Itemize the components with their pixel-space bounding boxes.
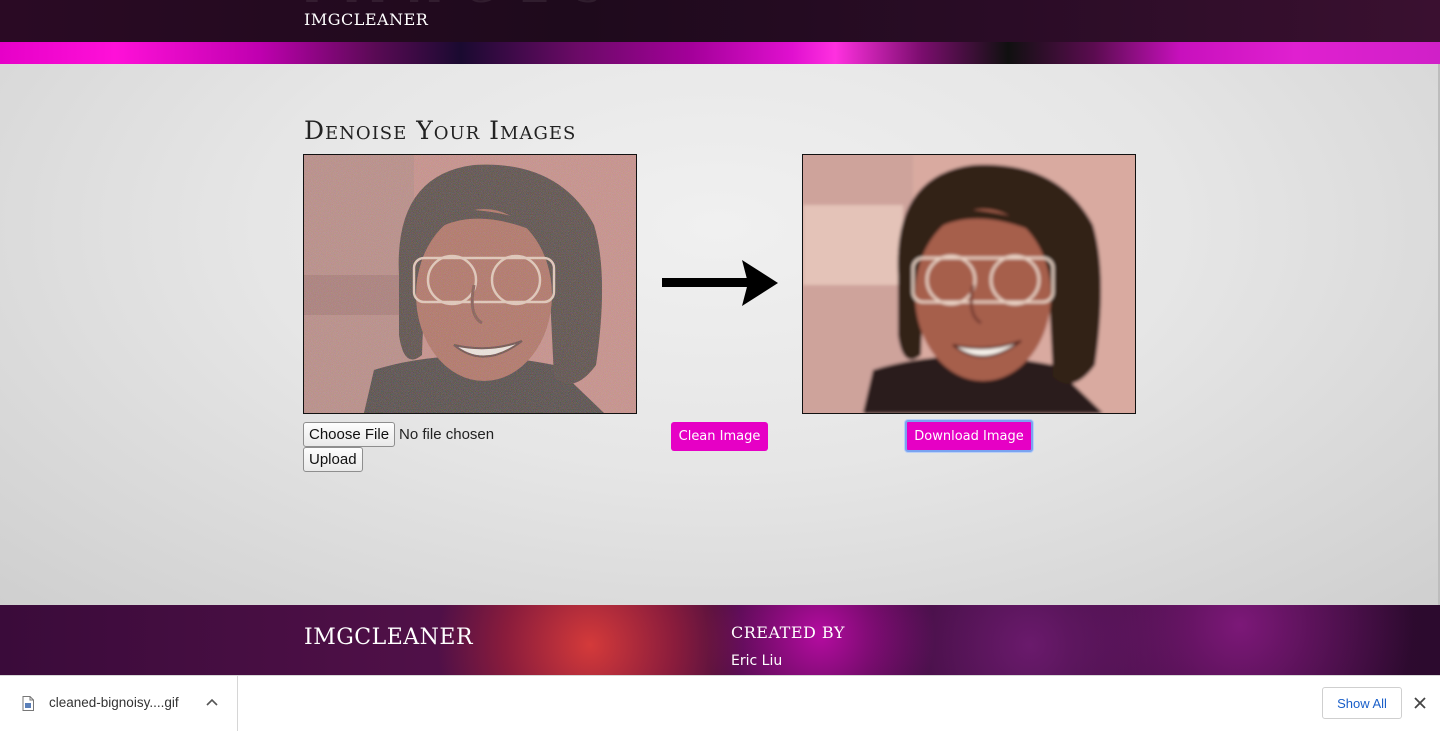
site-footer: IMGCLEANER CREATED BY Eric Liu — [0, 605, 1440, 675]
choose-file-button[interactable]: Choose File — [303, 422, 396, 447]
download-file-name[interactable]: cleaned-bignoisy....gif — [49, 695, 179, 710]
file-input[interactable]: Choose File No file chosen — [303, 422, 494, 447]
author-name: Eric Liu — [731, 653, 783, 669]
output-image — [802, 154, 1136, 414]
created-by-heading: CREATED BY — [731, 623, 845, 642]
footer-brand: IMGCLEANER — [304, 625, 474, 650]
header-color-band — [0, 42, 1440, 64]
page-title: Denoise Your Images — [304, 116, 577, 145]
upload-button[interactable]: Upload — [303, 447, 363, 472]
show-all-button[interactable]: Show All — [1322, 687, 1402, 719]
download-bar: cleaned-bignoisy....gif Show All — [0, 675, 1440, 731]
chevron-up-icon[interactable] — [206, 698, 218, 706]
input-image — [303, 154, 637, 414]
site-header: I M A G E S IMGCLEANER — [0, 0, 1440, 42]
arrow-right-icon — [662, 260, 778, 306]
clean-image-button[interactable]: Clean Image — [671, 422, 768, 451]
main-content: Denoise Your Images Choose File No file … — [0, 64, 1440, 605]
site-brand[interactable]: IMGCLEANER — [304, 10, 428, 29]
file-status-text: No file chosen — [399, 426, 495, 443]
download-image-button[interactable]: Download Image — [905, 420, 1033, 452]
file-icon — [22, 696, 34, 711]
close-icon[interactable] — [1413, 696, 1427, 710]
download-item[interactable]: cleaned-bignoisy....gif — [0, 676, 238, 731]
